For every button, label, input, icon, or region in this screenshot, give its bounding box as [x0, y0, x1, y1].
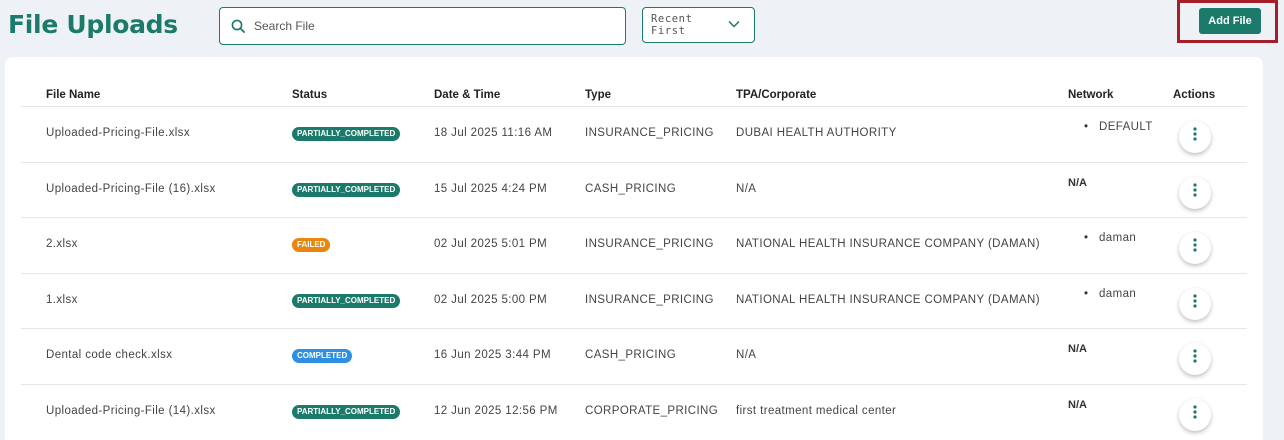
row-actions-button[interactable]	[1179, 120, 1211, 153]
row-actions-button[interactable]	[1179, 287, 1211, 320]
network-item: daman	[1084, 232, 1136, 244]
row-actions-button[interactable]	[1179, 176, 1211, 209]
row-divider	[21, 273, 1247, 274]
chevron-down-icon	[728, 19, 740, 31]
file-name: Uploaded-Pricing-File (16).xlsx	[46, 182, 216, 195]
row-actions-button[interactable]	[1179, 342, 1211, 375]
search-box[interactable]	[219, 7, 626, 45]
page-title: File Uploads	[8, 10, 178, 39]
tpa-corporate: N/A	[736, 182, 757, 195]
date-time: 02 Jul 2025 5:01 PM	[434, 237, 548, 250]
status-badge: COMPLETED	[292, 348, 353, 363]
sort-dropdown[interactable]: Recent First	[642, 7, 755, 43]
status-badge: PARTIALLY_COMPLETED	[292, 293, 401, 308]
tpa-corporate: N/A	[736, 348, 757, 361]
network-na: N/A	[1068, 177, 1087, 189]
network-item: daman	[1084, 288, 1136, 300]
network-na: N/A	[1068, 399, 1087, 411]
status-badge: PARTIALLY_COMPLETED	[292, 126, 401, 141]
column-header-tpa-corporate[interactable]: TPA/Corporate	[736, 89, 816, 101]
row-actions-button[interactable]	[1179, 231, 1211, 264]
more-vertical-icon	[1193, 405, 1197, 424]
more-vertical-icon	[1193, 183, 1197, 202]
tpa-corporate: NATIONAL HEALTH INSURANCE COMPANY (DAMAN…	[736, 237, 1040, 250]
row-divider	[21, 384, 1247, 385]
row-actions-button[interactable]	[1179, 398, 1211, 431]
header-divider	[21, 106, 1247, 107]
pricing-type: INSURANCE_PRICING	[585, 237, 714, 250]
add-file-button[interactable]: Add File	[1199, 8, 1261, 34]
add-file-highlight: Add File	[1177, 0, 1278, 43]
network-list: daman	[1084, 232, 1136, 244]
pricing-type: CASH_PRICING	[585, 348, 677, 361]
network-list: DEFAULT	[1084, 121, 1153, 133]
network-item: DEFAULT	[1084, 121, 1153, 133]
network-na: N/A	[1068, 343, 1087, 355]
tpa-corporate: DUBAI HEALTH AUTHORITY	[736, 126, 897, 139]
status-badge: FAILED	[292, 237, 331, 252]
file-name: 2.xlsx	[46, 237, 78, 250]
file-name: Uploaded-Pricing-File.xlsx	[46, 126, 190, 139]
more-vertical-icon	[1193, 238, 1197, 257]
status-badge: PARTIALLY_COMPLETED	[292, 404, 401, 419]
file-name: 1.xlsx	[46, 293, 78, 306]
tpa-corporate: NATIONAL HEALTH INSURANCE COMPANY (DAMAN…	[736, 293, 1040, 306]
more-vertical-icon	[1193, 294, 1197, 313]
column-header-actions: Actions	[1173, 89, 1216, 101]
row-divider	[21, 217, 1247, 218]
row-divider	[21, 328, 1247, 329]
date-time: 12 Jun 2025 12:56 PM	[434, 404, 558, 417]
more-vertical-icon	[1193, 349, 1197, 368]
date-time: 18 Jul 2025 11:16 AM	[434, 126, 553, 139]
column-header-status[interactable]: Status	[292, 89, 327, 101]
uploads-table: File Name Status Date & Time Type TPA/Co…	[5, 57, 1263, 440]
pricing-type: INSURANCE_PRICING	[585, 126, 714, 139]
search-input[interactable]	[252, 19, 625, 33]
date-time: 16 Jun 2025 3:44 PM	[434, 348, 551, 361]
sort-label: Recent First	[651, 13, 693, 37]
more-vertical-icon	[1193, 127, 1197, 146]
column-header-date-time[interactable]: Date & Time	[434, 89, 500, 101]
pricing-type: INSURANCE_PRICING	[585, 293, 714, 306]
network-list: daman	[1084, 288, 1136, 300]
column-header-file-name[interactable]: File Name	[46, 89, 100, 101]
file-name: Uploaded-Pricing-File (14).xlsx	[46, 404, 216, 417]
date-time: 02 Jul 2025 5:00 PM	[434, 293, 548, 306]
column-header-type[interactable]: Type	[585, 89, 611, 101]
pricing-type: CORPORATE_PRICING	[585, 404, 719, 417]
file-name: Dental code check.xlsx	[46, 348, 173, 361]
status-badge: PARTIALLY_COMPLETED	[292, 182, 401, 197]
pricing-type: CASH_PRICING	[585, 182, 677, 195]
date-time: 15 Jul 2025 4:24 PM	[434, 182, 548, 195]
row-divider	[21, 162, 1247, 163]
tpa-corporate: first treatment medical center	[736, 404, 897, 417]
search-icon	[220, 19, 252, 33]
column-header-network[interactable]: Network	[1068, 89, 1113, 101]
